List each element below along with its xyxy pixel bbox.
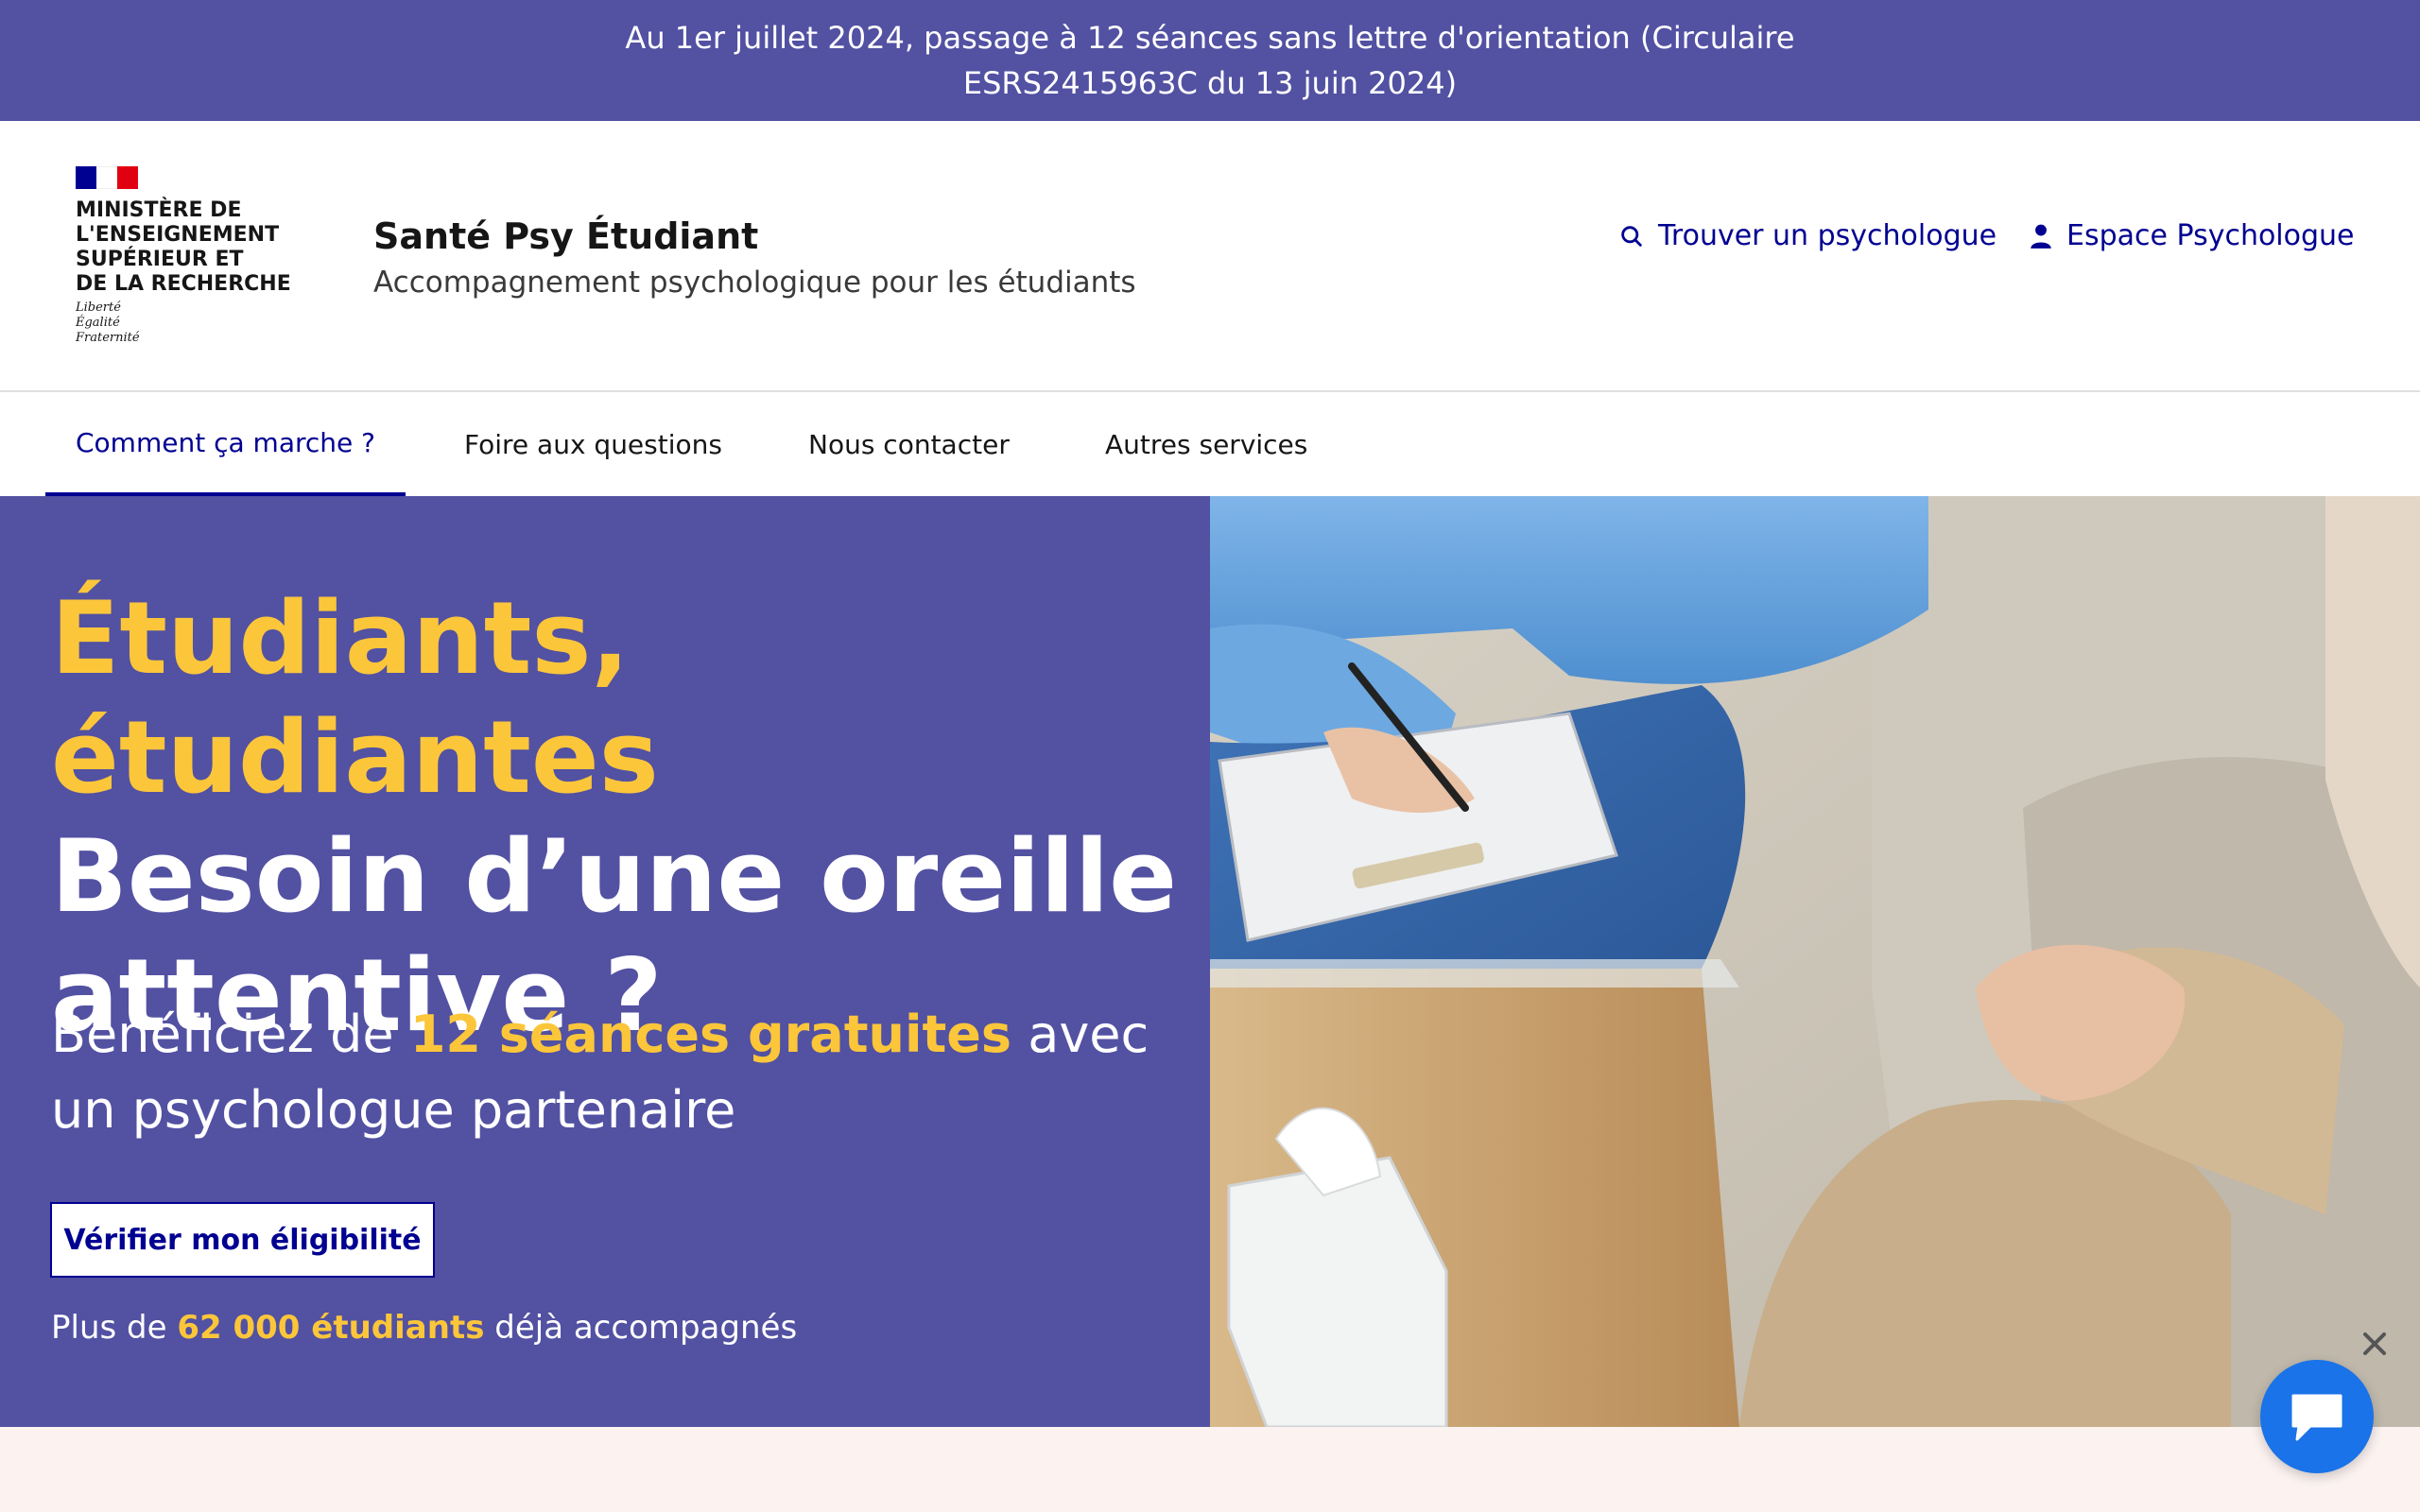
find-psychologist-link[interactable]: Trouver un psychologue (1618, 219, 1996, 252)
ministry-line: MINISTÈRE DE (76, 198, 242, 222)
chat-bubble-icon (2291, 1394, 2342, 1441)
nav-item-contact[interactable]: Nous contacter (808, 392, 1010, 496)
psychologist-space-label: Espace Psychologue (2066, 219, 2355, 252)
hero-title-line-2: Besoin d’une oreille (51, 818, 1178, 935)
find-psychologist-label: Trouver un psychologue (1658, 219, 1997, 252)
motto-line: Fraternité (76, 331, 140, 345)
hero-lead: Bénéficiez de 12 séances gratuites avec … (51, 997, 1176, 1148)
motto-line: Égalité (76, 316, 120, 330)
republic-motto: Liberté Égalité Fraternité (76, 301, 302, 346)
ministry-line: SUPÉRIEUR ET (76, 248, 244, 271)
hero-section: Étudiants, étudiantes Besoin d’une oreil… (0, 496, 1210, 1427)
hero-stats-suffix: déjà accompagnés (484, 1309, 798, 1347)
french-flag-icon (76, 166, 138, 189)
search-icon (1621, 225, 1642, 247)
site-title: Santé Psy Étudiant (373, 215, 759, 257)
psychologist-space-link[interactable]: Espace Psychologue (2029, 219, 2355, 252)
site-tagline: Accompagnement psychologique pour les ét… (373, 266, 1136, 300)
motto-line: Liberté (76, 301, 121, 315)
main-navigation: Comment ça marche ? Foire aux questions … (0, 392, 2420, 496)
nav-item-faq[interactable]: Foire aux questions (464, 392, 722, 496)
info-banner-line-2: ESRS2415963C du 13 juin 2024) (962, 65, 1458, 101)
site-header: MINISTÈRE DE L'ENSEIGNEMENT SUPÉRIEUR ET… (0, 121, 2420, 392)
ministry-name: MINISTÈRE DE L'ENSEIGNEMENT SUPÉRIEUR ET… (76, 198, 302, 297)
info-banner: Au 1er juillet 2024, passage à 12 séance… (0, 0, 2420, 121)
hero-stats-prefix: Plus de (51, 1309, 178, 1347)
user-icon (2031, 224, 2051, 249)
check-eligibility-button[interactable]: Vérifier mon éligibilité (50, 1202, 435, 1278)
ministry-logo[interactable]: MINISTÈRE DE L'ENSEIGNEMENT SUPÉRIEUR ET… (76, 166, 302, 346)
hero-title: Étudiants, étudiantes Besoin d’une oreil… (51, 579, 1210, 1056)
close-icon (2363, 1332, 2386, 1355)
info-banner-line-1: Au 1er juillet 2024, passage à 12 séance… (625, 20, 1795, 56)
hero-lead-prefix: Bénéficiez de (51, 1005, 410, 1064)
counseling-session-illustration (1210, 496, 2420, 1427)
hero-photo (1210, 496, 2420, 1427)
hero-stats-highlight: 62 000 étudiants (177, 1309, 485, 1347)
ministry-line: L'ENSEIGNEMENT (76, 223, 280, 247)
site-brand[interactable]: Santé Psy Étudiant Accompagnement psycho… (373, 212, 1136, 304)
ministry-line: DE LA RECHERCHE (76, 272, 291, 296)
hero-lead-highlight: 12 séances gratuites (409, 1005, 1012, 1064)
next-section-band (0, 1427, 2420, 1512)
hero-title-line-1: Étudiants, étudiantes (51, 580, 659, 816)
chat-widget-button[interactable] (2260, 1360, 2374, 1473)
hero-stats: Plus de 62 000 étudiants déjà accompagné… (51, 1309, 797, 1347)
close-chat-prompt-button[interactable] (2358, 1327, 2392, 1361)
nav-item-how-it-works[interactable]: Comment ça marche ? (45, 392, 406, 496)
nav-item-other-services[interactable]: Autres services (1105, 392, 1307, 496)
